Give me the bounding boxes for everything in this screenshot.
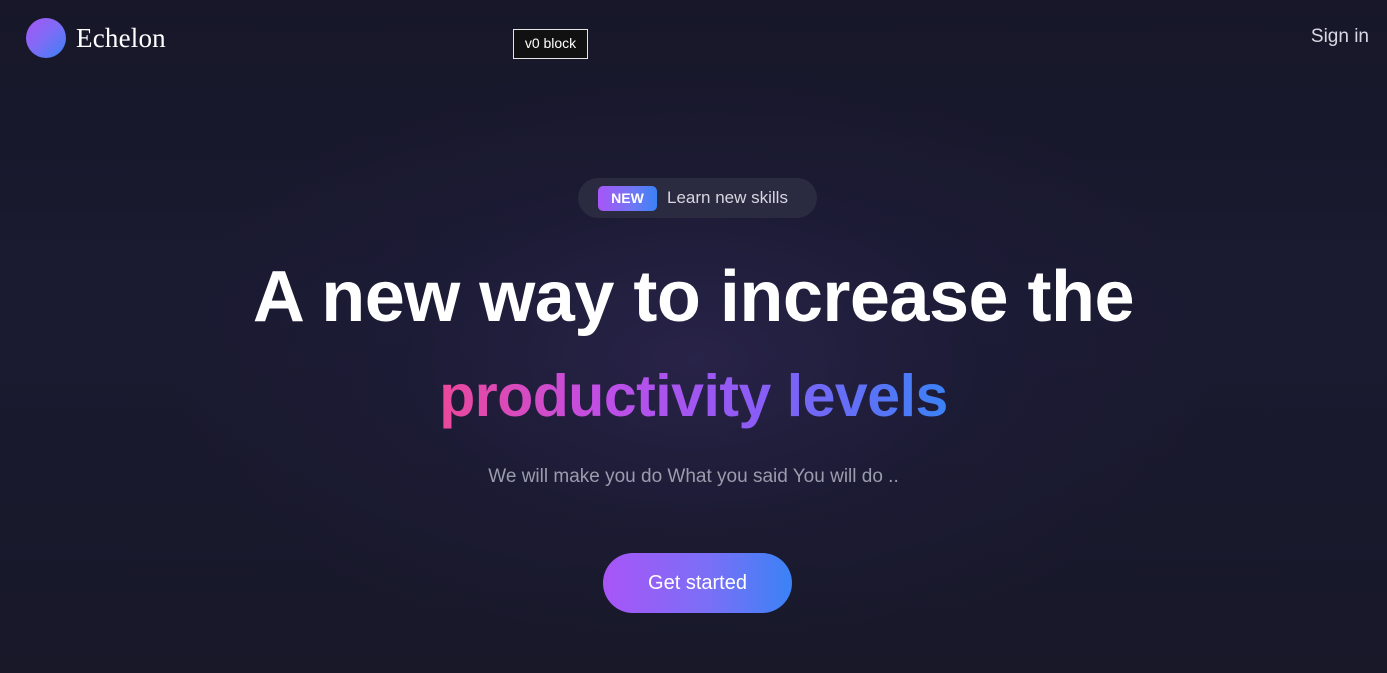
brand-name: Echelon bbox=[76, 22, 166, 53]
announcement-pill[interactable]: NEW Learn new skills bbox=[578, 178, 817, 218]
new-badge: NEW bbox=[598, 185, 657, 211]
site-header: Echelon v0 block Sign in bbox=[0, 0, 1387, 80]
get-started-button[interactable]: Get started bbox=[603, 553, 792, 613]
hero-headline: A new way to increase the bbox=[252, 257, 1135, 337]
hero-headline-accent: productivity levels bbox=[0, 358, 1387, 450]
hero-headline-gradient-text: productivity levels bbox=[439, 363, 948, 429]
sign-in-link[interactable]: Sign in bbox=[1311, 26, 1369, 48]
hero-subtitle: We will make you do What you said You wi… bbox=[488, 466, 899, 487]
v0-block-badge: v0 block bbox=[513, 29, 588, 59]
brand-logo[interactable]: Echelon bbox=[26, 18, 166, 58]
announcement-text: Learn new skills bbox=[667, 188, 788, 207]
logo-icon bbox=[26, 18, 66, 58]
